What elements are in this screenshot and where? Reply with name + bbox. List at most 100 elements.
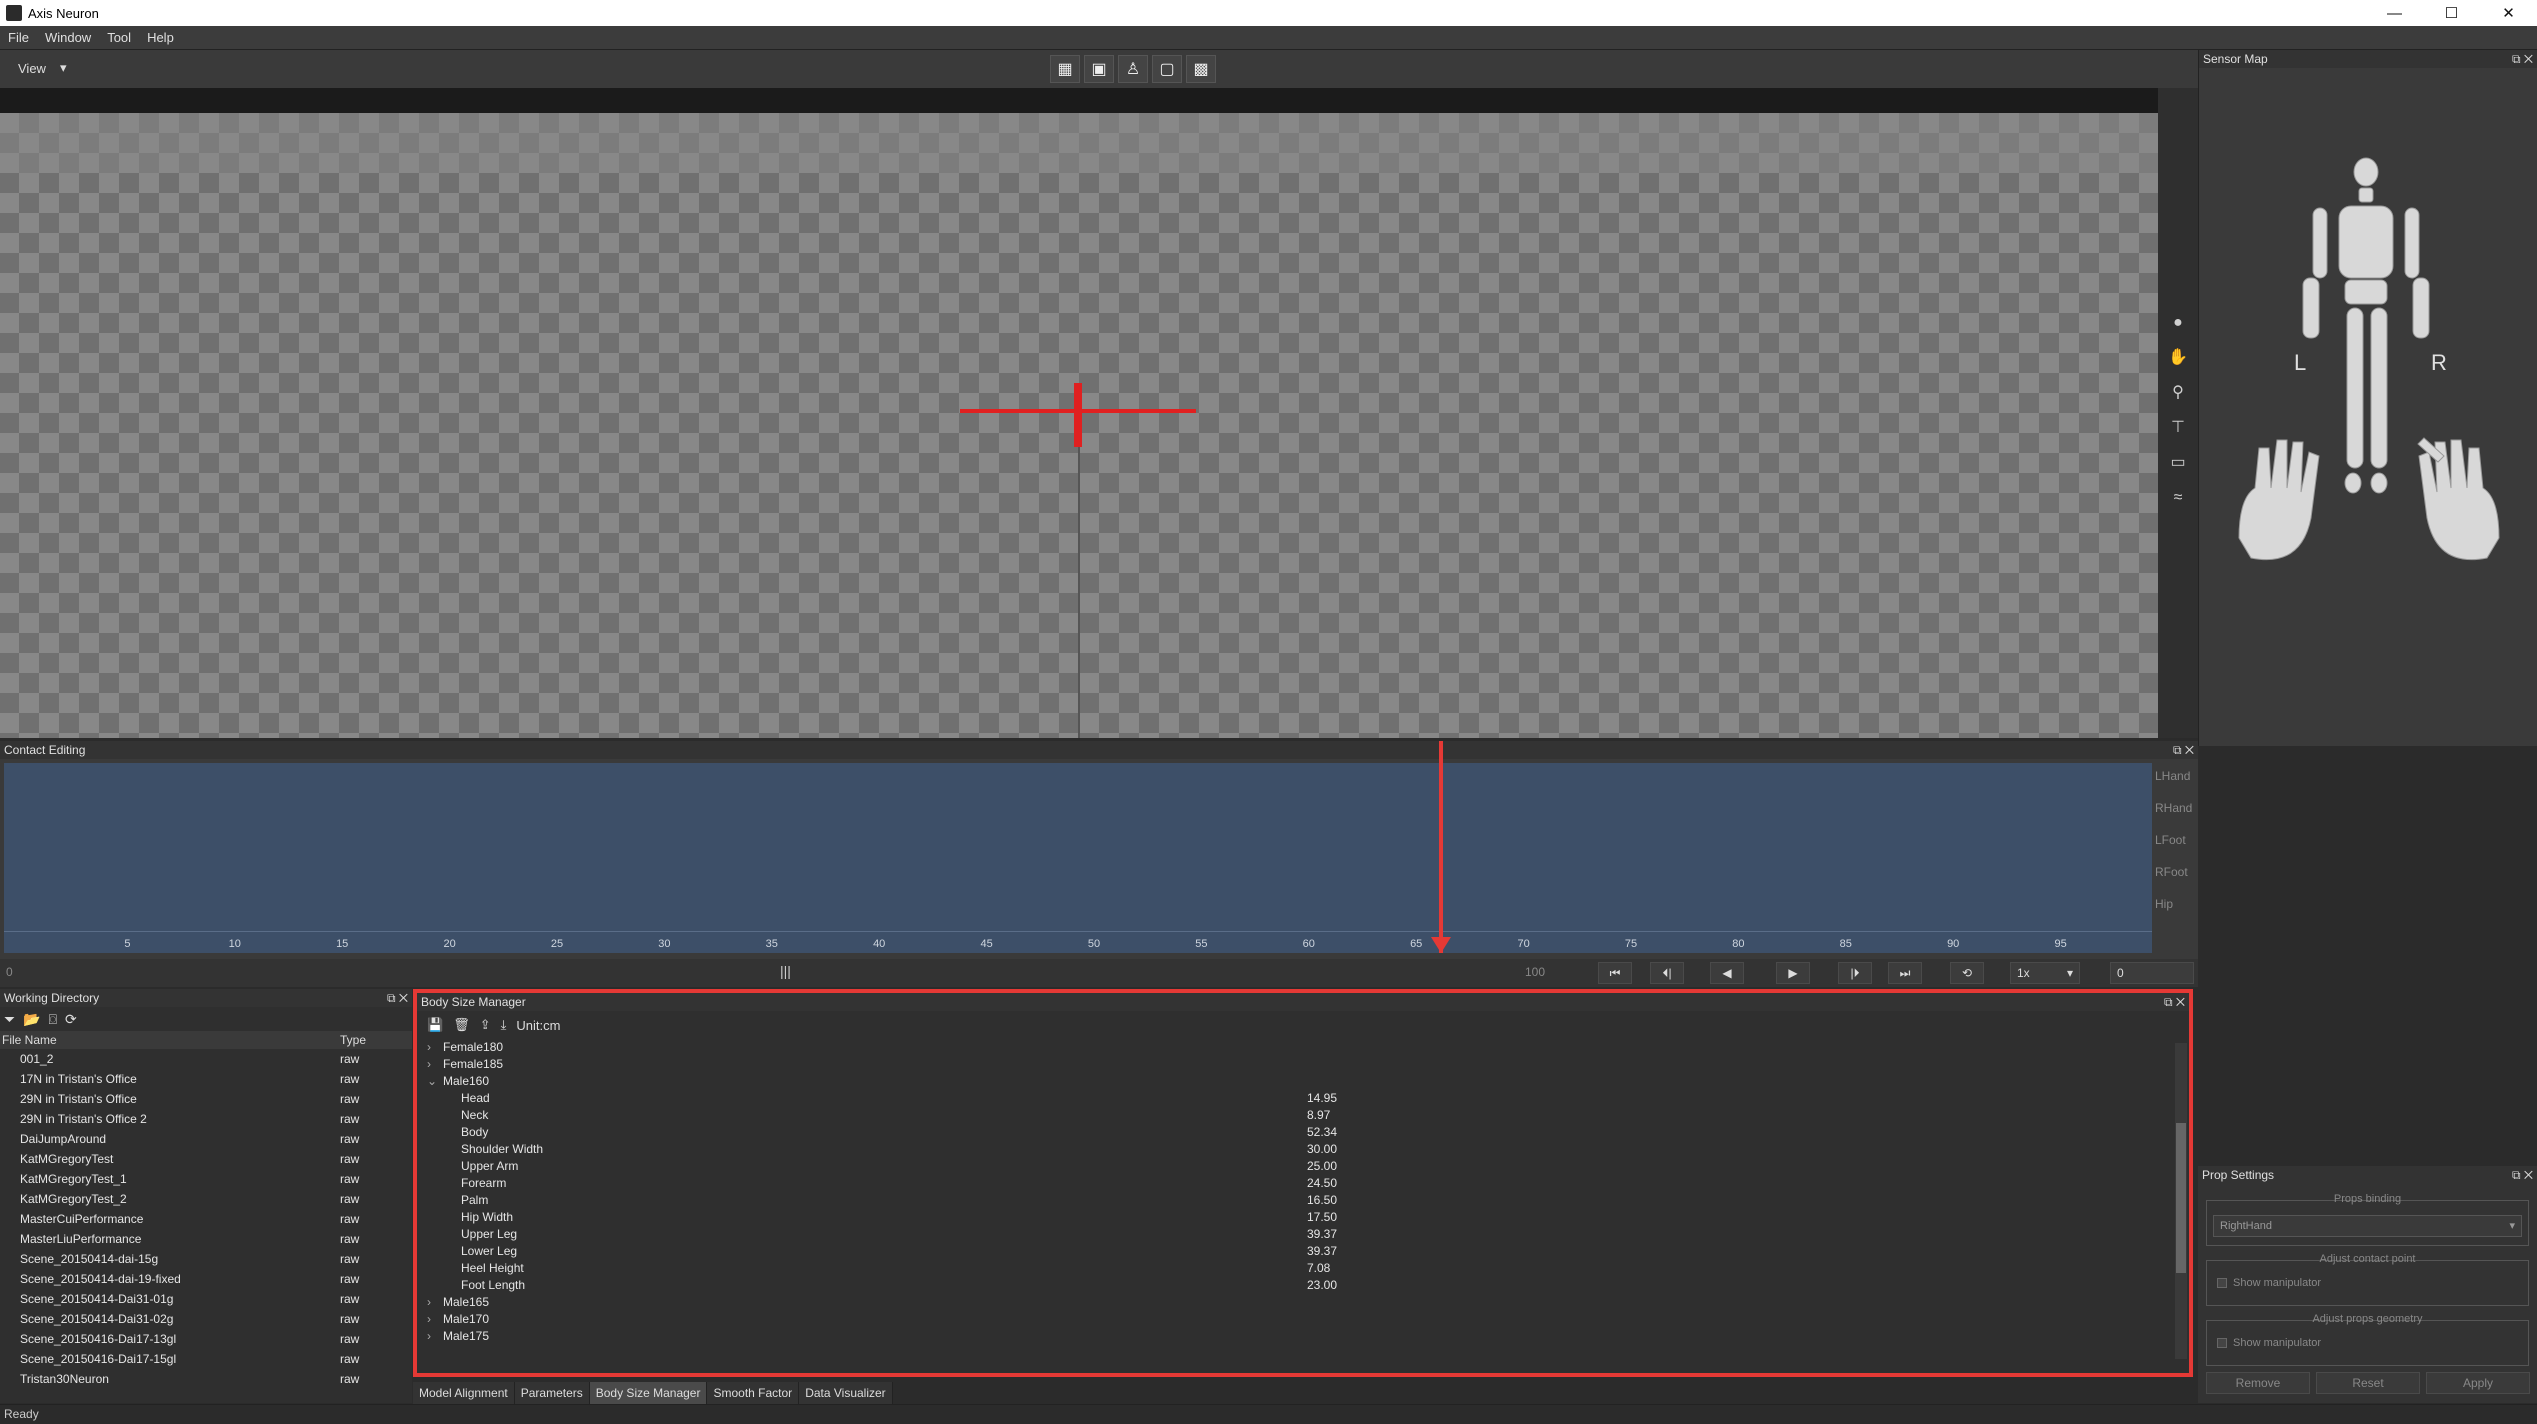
measurement-row[interactable]: Upper Leg 39.37: [427, 1226, 2189, 1243]
table-row[interactable]: KatMGregoryTest_2 raw: [0, 1189, 412, 1209]
table-row[interactable]: MasterLiuPerformance raw: [0, 1229, 412, 1249]
table-row[interactable]: 29N in Tristan's Office 2 raw: [0, 1109, 412, 1129]
tree-group[interactable]: › Male170: [427, 1311, 2189, 1328]
filter-icon[interactable]: ⏷: [4, 1011, 15, 1028]
maximize-button[interactable]: ☐: [2423, 0, 2480, 26]
tab-smooth-factor[interactable]: Smooth Factor: [707, 1382, 800, 1404]
checkerboard-icon[interactable]: ▦: [1050, 55, 1080, 83]
step-back-button[interactable]: ◀: [1710, 962, 1744, 984]
menu-help[interactable]: Help: [139, 30, 182, 45]
contact-track-area[interactable]: [4, 763, 2152, 931]
measurement-row[interactable]: Heel Height 7.08: [427, 1260, 2189, 1277]
prev-key-button[interactable]: ⏴|: [1650, 962, 1684, 984]
tree-group[interactable]: › Male165: [427, 1294, 2189, 1311]
measurement-value[interactable]: 23.00: [1307, 1277, 1407, 1294]
table-row[interactable]: 29N in Tristan's Office raw: [0, 1089, 412, 1109]
measurement-value[interactable]: 24.50: [1307, 1175, 1407, 1192]
table-row[interactable]: Scene_20150416-Dai17-15gl raw: [0, 1349, 412, 1369]
table-row[interactable]: Scene_20150414-dai-19-fixed raw: [0, 1269, 412, 1289]
walk-icon[interactable]: ⚲: [2168, 383, 2188, 403]
play-button[interactable]: ▶: [1776, 962, 1810, 984]
measurement-value[interactable]: 16.50: [1307, 1192, 1407, 1209]
tree-group[interactable]: › Female185: [427, 1056, 2189, 1073]
speed-select[interactable]: 1x ▾: [2010, 962, 2080, 984]
show-manipulator-checkbox[interactable]: Show manipulator: [2217, 1337, 2321, 1349]
scrollbar[interactable]: [2175, 1043, 2187, 1359]
menu-file[interactable]: File: [0, 30, 37, 45]
table-row[interactable]: 17N in Tristan's Office raw: [0, 1069, 412, 1089]
minimize-button[interactable]: —: [2366, 0, 2423, 26]
panel-float-close-icons[interactable]: ⧉ ✕: [387, 989, 408, 1007]
table-row[interactable]: DaiJumpAround raw: [0, 1129, 412, 1149]
apply-button[interactable]: Apply: [2426, 1372, 2530, 1394]
measurement-value[interactable]: 52.34: [1307, 1124, 1407, 1141]
measurement-row[interactable]: Shoulder Width 30.00: [427, 1141, 2189, 1158]
measurement-value[interactable]: 17.50: [1307, 1209, 1407, 1226]
jump-end-button[interactable]: ⏭: [1888, 962, 1922, 984]
skeleton-icon[interactable]: ♙: [1118, 55, 1148, 83]
measurement-row[interactable]: Head 14.95: [427, 1090, 2189, 1107]
measurement-value[interactable]: 39.37: [1307, 1243, 1407, 1260]
remove-button[interactable]: Remove: [2206, 1372, 2310, 1394]
tab-parameters[interactable]: Parameters: [514, 1382, 590, 1404]
measurement-value[interactable]: 25.00: [1307, 1158, 1407, 1175]
measurement-row[interactable]: Foot Length 23.00: [427, 1277, 2189, 1294]
measurement-row[interactable]: Body 52.34: [427, 1124, 2189, 1141]
camera-icon[interactable]: ⌼: [49, 1011, 57, 1028]
props-binding-select[interactable]: RightHand ▾: [2213, 1215, 2522, 1237]
tree-group[interactable]: › Female180: [427, 1039, 2189, 1056]
menu-window[interactable]: Window: [37, 30, 99, 45]
table-row[interactable]: 001_2 raw: [0, 1049, 412, 1069]
download-icon[interactable]: ⤓: [501, 1017, 507, 1033]
reset-button[interactable]: Reset: [2316, 1372, 2420, 1394]
playhead-marker[interactable]: [1439, 741, 1443, 953]
table-row[interactable]: Scene_20150416-Dai17-13gl raw: [0, 1329, 412, 1349]
table-row[interactable]: Tristan30Neuron raw: [0, 1369, 412, 1389]
tab-body-size-manager[interactable]: Body Size Manager: [589, 1382, 708, 1404]
save-icon[interactable]: 💾: [427, 1017, 443, 1033]
table-row[interactable]: Scene_20150414-dai-15g raw: [0, 1249, 412, 1269]
wave-icon[interactable]: ≈: [2168, 488, 2188, 508]
measurement-row[interactable]: Forearm 24.50: [427, 1175, 2189, 1192]
table-row[interactable]: KatMGregoryTest raw: [0, 1149, 412, 1169]
panel-float-close-icons[interactable]: ⧉ ✕: [2512, 1166, 2533, 1184]
tree-group[interactable]: › Male175: [427, 1328, 2189, 1345]
jump-start-button[interactable]: ⏮: [1598, 962, 1632, 984]
pin-icon[interactable]: ⊤: [2168, 418, 2188, 438]
measurement-row[interactable]: Hip Width 17.50: [427, 1209, 2189, 1226]
column-header[interactable]: File Name: [0, 1031, 340, 1049]
zero-icon[interactable]: ▭: [2168, 453, 2188, 473]
camera-icon[interactable]: ▣: [1084, 55, 1114, 83]
view-dropdown[interactable]: View ▾: [18, 60, 66, 76]
panel-float-close-icons[interactable]: ⧉ ✕: [2164, 993, 2185, 1011]
refresh-icon[interactable]: ⟳: [65, 1011, 77, 1028]
panel-float-close-icons[interactable]: ⧉ ✕: [2173, 741, 2194, 759]
table-row[interactable]: MasterCuiPerformance raw: [0, 1209, 412, 1229]
next-key-button[interactable]: |⏵: [1838, 962, 1872, 984]
record-icon[interactable]: ●: [2168, 313, 2188, 333]
measurement-value[interactable]: 7.08: [1307, 1260, 1407, 1277]
measurement-value[interactable]: 8.97: [1307, 1107, 1407, 1124]
window-icon[interactable]: ▢: [1152, 55, 1182, 83]
measurement-value[interactable]: 39.37: [1307, 1226, 1407, 1243]
upload-icon[interactable]: ⇪: [480, 1017, 491, 1033]
measurement-value[interactable]: 14.95: [1307, 1090, 1407, 1107]
show-manipulator-checkbox[interactable]: Show manipulator: [2217, 1277, 2321, 1289]
delete-icon[interactable]: 🗑: [453, 1017, 470, 1033]
column-header[interactable]: Type: [340, 1031, 400, 1049]
folder-open-icon[interactable]: 📂: [23, 1011, 40, 1028]
close-button[interactable]: ✕: [2480, 0, 2537, 26]
3d-viewport[interactable]: [0, 88, 2158, 738]
tree-group-expanded[interactable]: ⌄ Male160: [427, 1073, 2189, 1090]
tab-model-alignment[interactable]: Model Alignment: [413, 1382, 515, 1404]
frame-input[interactable]: 0: [2110, 962, 2194, 984]
timeline-ruler[interactable]: 5 10 15 20 25 30 35 40 45 50 55 60 65 70 75 80 85 90 95: [4, 931, 2152, 953]
measurement-row[interactable]: Neck 8.97: [427, 1107, 2189, 1124]
panel-float-close-icons[interactable]: ⧉ ✕: [2512, 50, 2533, 68]
measurement-row[interactable]: Lower Leg 39.37: [427, 1243, 2189, 1260]
loop-icon[interactable]: ⟲: [1950, 962, 1984, 984]
table-row[interactable]: KatMGregoryTest_1 raw: [0, 1169, 412, 1189]
grid-icon[interactable]: ▩: [1186, 55, 1216, 83]
hand-icon[interactable]: ✋: [2168, 348, 2188, 368]
table-row[interactable]: Scene_20150414-Dai31-01g raw: [0, 1289, 412, 1309]
